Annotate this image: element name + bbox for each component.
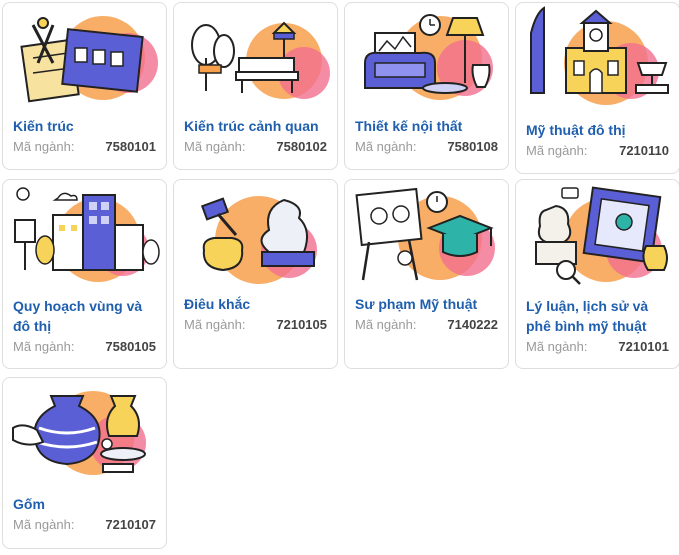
program-code-row: Mã ngành: 7210105 xyxy=(184,316,327,334)
program-name: Gốm xyxy=(13,496,45,512)
architecture-blueprint-icon xyxy=(20,16,158,103)
program-card-su-pham-my-thuat[interactable]: Sư phạm Mỹ thuật Mã ngành: 7140222 xyxy=(344,179,509,369)
program-code-row: Mã ngành: 7210107 xyxy=(13,516,156,534)
program-name: Thiết kế nội thất xyxy=(355,118,463,134)
program-code-value: 7140222 xyxy=(447,317,498,332)
program-name: Kiến trúc cảnh quan xyxy=(184,118,319,134)
program-code-label: Mã ngành: xyxy=(355,139,417,154)
program-name: Quy hoạch vùng và đô thị xyxy=(13,298,143,334)
program-code-row: Mã ngành: 7580102 xyxy=(184,138,327,156)
program-code-row: Mã ngành: 7580105 xyxy=(13,338,156,356)
program-name: Sư phạm Mỹ thuật xyxy=(355,296,478,312)
program-code-value: 7210101 xyxy=(618,339,669,354)
program-card-gom[interactable]: Gốm Mã ngành: 7210107 xyxy=(2,377,167,549)
hammer-sculpture-icon xyxy=(200,196,317,284)
program-code-row: Mã ngành: 7210101 xyxy=(526,338,669,356)
armchair-lamp-interior-icon xyxy=(364,14,493,100)
program-code-label: Mã ngành: xyxy=(13,339,75,354)
program-card-thiet-ke-noi-that[interactable]: Thiết kế nội thất Mã ngành: 7580108 xyxy=(344,2,509,170)
program-card-kien-truc[interactable]: Kiến trúc Mã ngành: 7580101 xyxy=(2,2,167,170)
program-code-label: Mã ngành: xyxy=(355,317,417,332)
program-code-value: 7580105 xyxy=(105,339,156,354)
program-code-row: Mã ngành: 7580108 xyxy=(355,138,498,156)
program-code-label: Mã ngành: xyxy=(184,139,246,154)
program-code-value: 7580108 xyxy=(447,139,498,154)
program-name: Lý luận, lịch sử và phê bình mỹ thuật xyxy=(526,298,649,334)
program-name: Mỹ thuật đô thị xyxy=(526,122,626,138)
pottery-vase-icon xyxy=(12,391,146,475)
program-code-value: 7580102 xyxy=(276,139,327,154)
urban-buildings-icon xyxy=(14,187,160,282)
park-bench-landscape-icon xyxy=(191,21,330,99)
program-code-value: 7210107 xyxy=(105,517,156,532)
program-card-ly-luan-lich-su-va-phe-binh-my-thuat[interactable]: Lý luận, lịch sử và phê bình mỹ thuật Mã… xyxy=(515,179,679,369)
program-card-kien-truc-canh-quan[interactable]: Kiến trúc cảnh quan Mã ngành: 7580102 xyxy=(173,2,338,170)
statue-painting-icon xyxy=(535,186,668,285)
program-code-value: 7210105 xyxy=(276,317,327,332)
program-name: Kiến trúc xyxy=(13,118,74,134)
city-landmark-icon xyxy=(530,6,669,105)
program-code-label: Mã ngành: xyxy=(526,143,588,158)
program-code-label: Mã ngành: xyxy=(13,139,75,154)
program-code-value: 7210110 xyxy=(619,143,669,158)
program-code-row: Mã ngành: 7580101 xyxy=(13,138,156,156)
program-code-value: 7580101 xyxy=(105,139,156,154)
easel-graduation-cap-icon xyxy=(355,187,495,281)
program-card-dieu-khac[interactable]: Điêu khắc Mã ngành: 7210105 xyxy=(173,179,338,369)
program-code-row: Mã ngành: 7140222 xyxy=(355,316,498,334)
program-code-label: Mã ngành: xyxy=(184,317,246,332)
program-code-label: Mã ngành: xyxy=(526,339,588,354)
program-card-my-thuat-do-thi[interactable]: Mỹ thuật đô thị Mã ngành: 7210110 xyxy=(515,2,679,174)
program-card-quy-hoach-vung-va-do-thi[interactable]: Quy hoạch vùng và đô thị Mã ngành: 75801… xyxy=(2,179,167,369)
program-code-row: Mã ngành: 7210110 xyxy=(526,142,669,160)
program-name: Điêu khắc xyxy=(184,296,251,312)
program-code-label: Mã ngành: xyxy=(13,517,75,532)
